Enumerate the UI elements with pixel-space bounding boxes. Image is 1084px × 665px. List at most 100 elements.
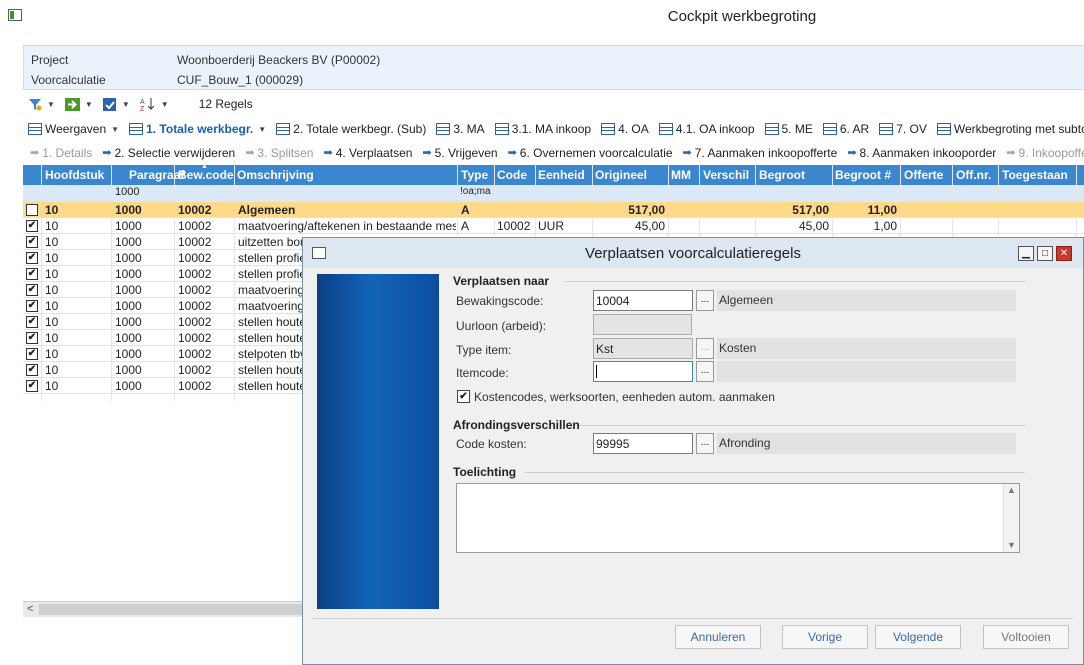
step-label: 8. Aanmaken inkooporder (859, 145, 997, 160)
sort-button[interactable]: A Z ▼ (140, 97, 169, 111)
col-code[interactable]: Code (497, 168, 527, 182)
bewakingscode-browse-button[interactable]: ... (696, 290, 714, 311)
step-vrijgeven[interactable]: ➡ 5. Vrijgeven (422, 146, 497, 160)
itemcode-input[interactable] (593, 361, 693, 382)
col-eenheid[interactable]: Eenheid (538, 168, 585, 182)
bewakingscode-input[interactable]: 10004 (593, 290, 693, 311)
view-me[interactable]: 5. ME (764, 122, 813, 136)
export-button[interactable]: ▼ (64, 97, 93, 111)
row-checkbox[interactable]: ✔ (26, 300, 38, 312)
col-offerte[interactable]: Offerte (904, 168, 943, 182)
col-toegestaan[interactable]: Toegestaan (1002, 168, 1068, 182)
step-label: 9. Inkoopofferte (1018, 145, 1084, 160)
typeitem-browse-button[interactable]: ... (696, 338, 714, 359)
view-label: 3.1. MA inkoop (511, 122, 592, 136)
cell-paragraaf: 1000 (115, 331, 142, 345)
filter-paragraaf[interactable]: 1000 (115, 186, 139, 198)
row-checkbox[interactable]: ✔ (26, 284, 38, 296)
row-checkbox[interactable]: ✔ (26, 380, 38, 392)
arrow-right-icon: ➡ (102, 147, 112, 159)
view-werkbegroting-subtotalen[interactable]: Werkbegroting met subtotalen (936, 122, 1084, 136)
vorige-button[interactable]: Vorige (782, 625, 868, 649)
cell-bewcode: 10002 (178, 379, 212, 393)
col-omschrijving[interactable]: Omschrijving (237, 168, 314, 182)
step-aanmaken-inkooporder[interactable]: ➡ 8. Aanmaken inkooporder (847, 146, 996, 160)
close-icon[interactable]: ✕ (1056, 246, 1072, 261)
scroll-down-icon[interactable]: ▼ (1007, 540, 1016, 550)
col-hoofdstuk[interactable]: Hoofdstuk (45, 168, 104, 182)
maximize-icon[interactable]: □ (1037, 246, 1053, 261)
cell-omschrijving: stellen profiel (238, 267, 309, 281)
col-origineel[interactable]: Origineel (595, 168, 647, 182)
step-inkoopofferte[interactable]: ➡9. Inkoopofferte (1006, 146, 1084, 160)
filter-type[interactable]: !oa;ma (460, 186, 494, 197)
grid-icon (494, 123, 509, 135)
step-aanmaken-inkoopofferte[interactable]: ➡ 7. Aanmaken inkoopofferte (683, 146, 838, 160)
view-oa[interactable]: 4. OA (601, 122, 649, 136)
col-offnr[interactable]: Off.nr. (956, 168, 991, 182)
view-label: 4.1. OA inkoop (675, 122, 755, 136)
voorcalculatie-label: Voorcalculatie (31, 73, 106, 87)
col-begroot[interactable]: Begroot (759, 168, 805, 182)
view-ma-inkoop[interactable]: 3.1. MA inkoop (494, 122, 592, 136)
view-totale-werkbegr-sub[interactable]: 2. Totale werkbegr. (Sub) (276, 122, 426, 136)
view-ov[interactable]: 7. OV (879, 122, 927, 136)
annuleren-button[interactable]: Annuleren (675, 625, 761, 649)
cell-hoofdstuk: 10 (45, 331, 59, 345)
row-checkbox[interactable]: ✔ (26, 252, 38, 264)
horizontal-scrollbar[interactable]: < (23, 601, 313, 617)
step-splitsen[interactable]: ➡ 3. Splitsen (245, 146, 313, 160)
row-checkbox[interactable]: ✔ (26, 348, 38, 360)
codekosten-browse-button[interactable]: ... (696, 433, 714, 454)
codekosten-input[interactable]: 99995 (593, 433, 693, 454)
table-row[interactable]: ✔ 10 1000 10002 maatvoering/aftekenen in… (23, 218, 1084, 234)
col-begroot-n[interactable]: Begroot # (835, 168, 891, 182)
row-checkbox[interactable]: ✔ (26, 236, 38, 248)
col-verschil[interactable]: Verschil (703, 168, 749, 182)
weergaven-button[interactable]: Weergaven ▼ (28, 122, 119, 136)
typeitem-label: Type item: (456, 343, 512, 357)
volgende-button[interactable]: Volgende (875, 625, 961, 649)
row-checkbox[interactable]: ✔ (26, 220, 38, 232)
row-checkbox[interactable]: ✔ (26, 332, 38, 344)
row-checkbox[interactable]: ✔ (26, 268, 38, 280)
view-totale-werkbegr[interactable]: 1. Totale werkbegr. ▼ (129, 122, 266, 136)
wizard-banner-image (317, 274, 439, 609)
voltooien-button[interactable]: Voltooien (983, 625, 1069, 649)
group-row[interactable]: 10 1000 10002 Algemeen A 517,00 517,00 1… (23, 202, 1084, 218)
scroll-left-icon[interactable]: < (27, 603, 33, 615)
arrow-right-icon: ➡ (682, 147, 692, 159)
minimize-icon[interactable]: ▁ (1018, 246, 1034, 261)
itemcode-browse-button[interactable]: ... (696, 361, 714, 382)
col-mm[interactable]: MM (671, 168, 691, 182)
scroll-up-icon[interactable]: ▲ (1007, 485, 1016, 495)
grid-icon (601, 123, 616, 135)
row-checkbox[interactable]: ✔ (26, 364, 38, 376)
cell-paragraaf: 1000 (115, 267, 142, 281)
select-button[interactable]: ▼ (102, 97, 130, 111)
row-checkbox[interactable] (26, 204, 38, 216)
toelichting-scrollbar[interactable]: ▲ ▼ (1003, 484, 1019, 552)
col-type[interactable]: Type (461, 168, 488, 182)
filter-button[interactable]: ▼ (28, 98, 55, 111)
row-checkbox[interactable]: ✔ (26, 316, 38, 328)
scroll-thumb[interactable] (39, 604, 309, 615)
toelichting-textarea[interactable] (456, 483, 1020, 553)
step-overnemen-voorcalculatie[interactable]: ➡ 6. Overnemen voorcalculatie (508, 146, 673, 160)
view-label: 3. MA (453, 122, 485, 136)
col-bewcode[interactable]: Bew.code (178, 168, 234, 182)
col-paragraaf[interactable]: Paragraaf (129, 168, 184, 182)
filter-row[interactable]: 1000 !oa;ma (23, 185, 1084, 202)
view-oa-inkoop[interactable]: 4.1. OA inkoop (658, 122, 755, 136)
step-verplaatsen[interactable]: ➡ 4. Verplaatsen (323, 146, 412, 160)
auto-create-checkbox[interactable]: ✔ (457, 390, 470, 403)
cell-bewcode: 10002 (178, 203, 212, 217)
step-details[interactable]: ➡ 1. Details (30, 146, 92, 160)
step-selectie-verwijderen[interactable]: ➡ 2. Selectie verwijderen (102, 146, 235, 160)
typeitem-input[interactable]: Kst (593, 338, 693, 359)
section-toelichting: Toelichting (453, 465, 517, 479)
project-info-panel: Project Woonboerderij Beackers BV (P0000… (23, 45, 1084, 90)
view-ma[interactable]: 3. MA (436, 122, 485, 136)
view-ar[interactable]: 6. AR (822, 122, 869, 136)
cell-begroot-n: 1,00 (873, 219, 897, 233)
